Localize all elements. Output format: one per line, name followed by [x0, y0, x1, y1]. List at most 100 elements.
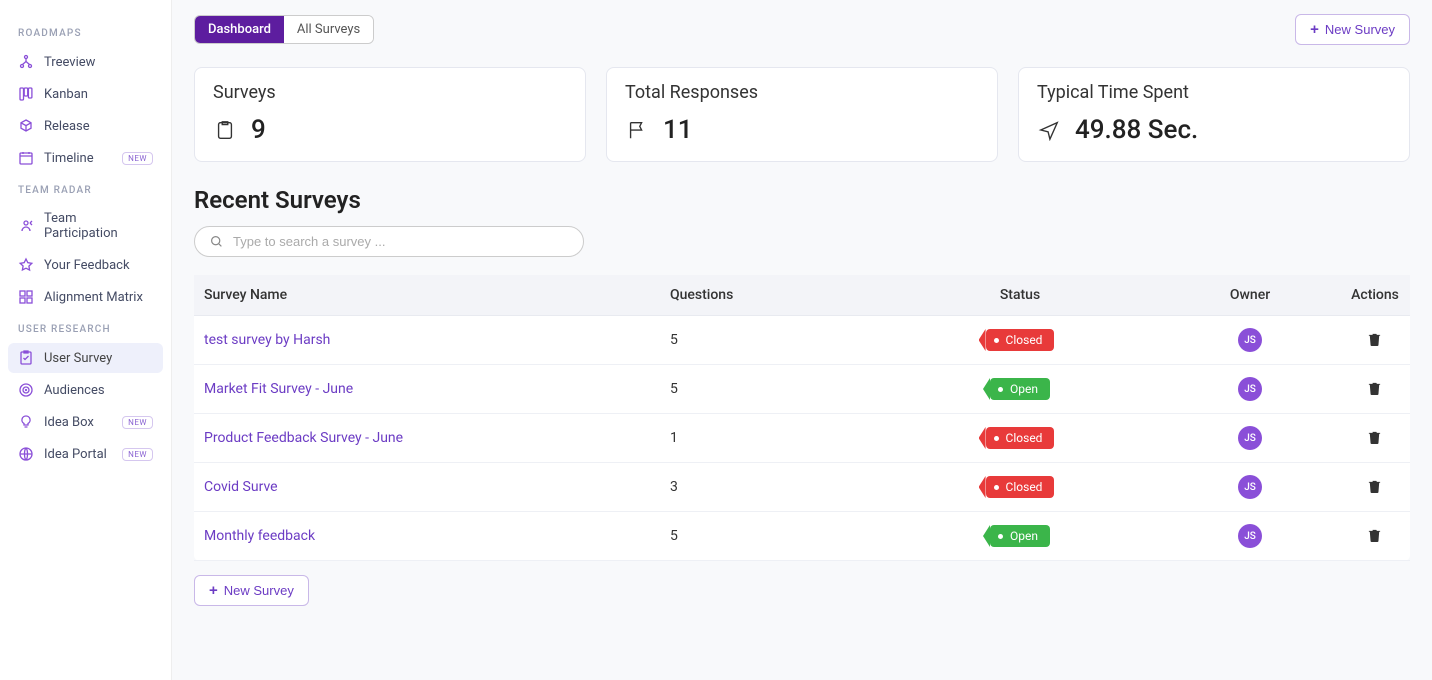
survey-link[interactable]: test survey by Harsh	[204, 332, 330, 348]
recent-surveys-heading: Recent Surveys	[194, 186, 1410, 214]
send-icon	[1037, 118, 1061, 142]
stat-card-responses: Total Responses 11	[606, 67, 998, 162]
col-header-status: Status	[880, 287, 1160, 303]
questions-count: 1	[670, 430, 880, 446]
sidebar-item-release[interactable]: Release	[8, 111, 163, 141]
questions-count: 5	[670, 332, 880, 348]
sidebar-item-label: Treeview	[44, 55, 95, 70]
sidebar-item-label: Release	[44, 119, 90, 134]
sidebar-item-alignment-matrix[interactable]: Alignment Matrix	[8, 282, 163, 312]
sidebar-item-label: Timeline	[44, 151, 94, 166]
tab-group: Dashboard All Surveys	[194, 15, 374, 44]
stat-title: Typical Time Spent	[1037, 82, 1391, 103]
participation-icon	[18, 218, 34, 234]
status-badge: Closed	[986, 427, 1055, 449]
sidebar-item-user-survey[interactable]: User Survey	[8, 343, 163, 373]
sidebar-item-team-participation[interactable]: Team Participation	[8, 204, 163, 248]
stat-card-surveys: Surveys 9	[194, 67, 586, 162]
survey-link[interactable]: Monthly feedback	[204, 528, 315, 544]
sidebar-item-kanban[interactable]: Kanban	[8, 79, 163, 109]
section-title-roadmaps: ROADMAPS	[8, 18, 163, 47]
delete-button[interactable]	[1367, 332, 1383, 348]
status-badge: Open	[990, 378, 1050, 400]
tab-dashboard[interactable]: Dashboard	[195, 16, 284, 43]
new-survey-label: New Survey	[224, 583, 294, 598]
delete-button[interactable]	[1367, 479, 1383, 495]
delete-button[interactable]	[1367, 381, 1383, 397]
target-icon	[18, 382, 34, 398]
section-title-team-radar: TEAM RADAR	[8, 175, 163, 204]
sidebar-item-label: Team Participation	[44, 211, 153, 241]
sidebar-item-label: Idea Portal	[44, 447, 107, 462]
owner-avatar[interactable]: JS	[1238, 328, 1262, 352]
bulb-icon	[18, 414, 34, 430]
table-row: Covid Surve 3 Closed JS	[194, 463, 1410, 512]
sidebar-item-label: Idea Box	[44, 415, 94, 430]
search-input[interactable]	[233, 234, 568, 249]
survey-link[interactable]: Product Feedback Survey - June	[204, 430, 403, 446]
sidebar-item-label: User Survey	[44, 351, 112, 366]
sidebar-item-timeline[interactable]: Timeline NEW	[8, 143, 163, 173]
delete-button[interactable]	[1367, 430, 1383, 446]
kanban-icon	[18, 86, 34, 102]
col-header-questions: Questions	[670, 287, 880, 303]
status-badge: Closed	[986, 329, 1055, 351]
stats-row: Surveys 9 Total Responses 11 Typical Tim…	[194, 67, 1410, 162]
status-badge: Open	[990, 525, 1050, 547]
stat-title: Total Responses	[625, 82, 979, 103]
new-badge: NEW	[122, 152, 153, 165]
main-content: Dashboard All Surveys + New Survey Surve…	[172, 0, 1432, 680]
cube-icon	[18, 118, 34, 134]
section-title-user-research: USER RESEARCH	[8, 314, 163, 343]
stat-value: 9	[251, 115, 266, 145]
top-row: Dashboard All Surveys + New Survey	[194, 14, 1410, 45]
sidebar-item-your-feedback[interactable]: Your Feedback	[8, 250, 163, 280]
star-icon	[18, 257, 34, 273]
questions-count: 5	[670, 381, 880, 397]
sidebar-item-audiences[interactable]: Audiences	[8, 375, 163, 405]
table-row: test survey by Harsh 5 Closed JS	[194, 316, 1410, 365]
owner-avatar[interactable]: JS	[1238, 475, 1262, 499]
plus-icon: +	[1310, 21, 1319, 38]
clipboard-check-icon	[18, 350, 34, 366]
surveys-table: Survey Name Questions Status Owner Actio…	[194, 275, 1410, 561]
col-header-actions: Actions	[1340, 287, 1410, 303]
sidebar-item-treeview[interactable]: Treeview	[8, 47, 163, 77]
sidebar-item-idea-box[interactable]: Idea Box NEW	[8, 407, 163, 437]
new-badge: NEW	[122, 416, 153, 429]
sidebar-item-idea-portal[interactable]: Idea Portal NEW	[8, 439, 163, 469]
table-row: Market Fit Survey - June 5 Open JS	[194, 365, 1410, 414]
questions-count: 3	[670, 479, 880, 495]
search-icon	[210, 235, 223, 248]
col-header-name: Survey Name	[194, 287, 670, 303]
table-row: Product Feedback Survey - June 1 Closed JS	[194, 414, 1410, 463]
section-roadmaps: ROADMAPS Treeview Kanban Release Timelin…	[8, 18, 163, 173]
new-survey-button-bottom[interactable]: + New Survey	[194, 575, 309, 606]
flag-icon	[625, 118, 649, 142]
owner-avatar[interactable]: JS	[1238, 426, 1262, 450]
col-header-owner: Owner	[1160, 287, 1340, 303]
delete-button[interactable]	[1367, 528, 1383, 544]
owner-avatar[interactable]: JS	[1238, 524, 1262, 548]
section-user-research: USER RESEARCH User Survey Audiences Idea…	[8, 314, 163, 469]
survey-link[interactable]: Covid Surve	[204, 479, 278, 495]
tab-all-surveys[interactable]: All Surveys	[284, 16, 373, 43]
questions-count: 5	[670, 528, 880, 544]
table-body: test survey by Harsh5ClosedJSMarket Fit …	[194, 316, 1410, 561]
sidebar-item-label: Your Feedback	[44, 258, 130, 273]
table-row: Monthly feedback 5 Open JS	[194, 512, 1410, 561]
new-survey-label: New Survey	[1325, 22, 1395, 37]
new-badge: NEW	[122, 448, 153, 461]
survey-link[interactable]: Market Fit Survey - June	[204, 381, 353, 397]
sidebar-item-label: Alignment Matrix	[44, 290, 143, 305]
sidebar-item-label: Kanban	[44, 87, 88, 102]
new-survey-button-top[interactable]: + New Survey	[1295, 14, 1410, 45]
plus-icon: +	[209, 582, 218, 599]
table-header: Survey Name Questions Status Owner Actio…	[194, 275, 1410, 316]
search-box[interactable]	[194, 226, 584, 257]
calendar-icon	[18, 150, 34, 166]
status-badge: Closed	[986, 476, 1055, 498]
sidebar-item-label: Audiences	[44, 383, 105, 398]
clipboard-icon	[213, 118, 237, 142]
owner-avatar[interactable]: JS	[1238, 377, 1262, 401]
